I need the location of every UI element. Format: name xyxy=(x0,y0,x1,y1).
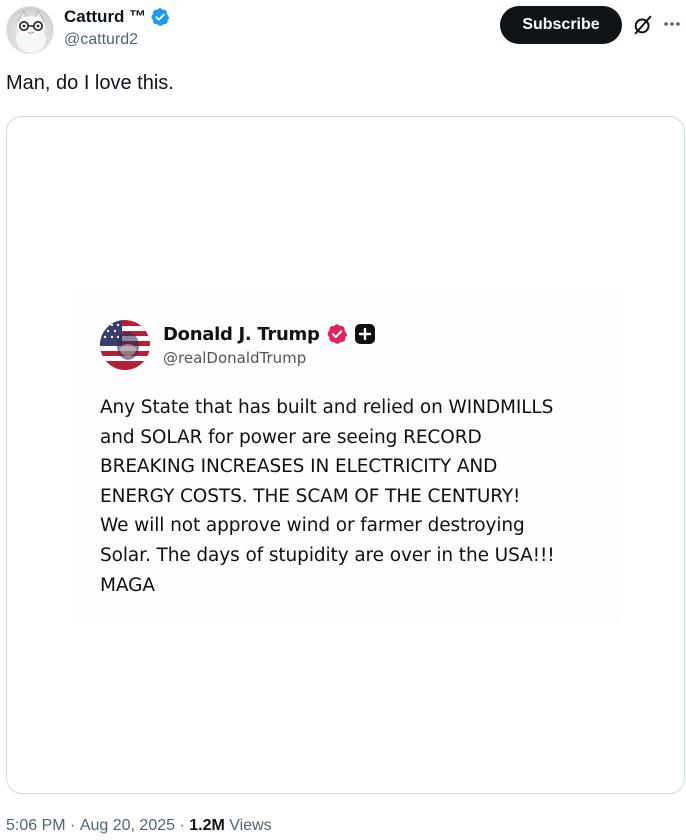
more-icon[interactable] xyxy=(662,14,682,34)
quoted-author-avatar xyxy=(100,320,150,370)
subscribe-button[interactable]: Subscribe xyxy=(500,6,622,44)
tweet-time[interactable]: 5:06 PM xyxy=(6,817,66,835)
quoted-post-body: Any State that has built and relied on W… xyxy=(100,397,555,596)
views-label: Views xyxy=(224,817,272,834)
grok-icon[interactable] xyxy=(632,14,654,36)
flag-portrait-avatar-icon xyxy=(100,320,150,370)
meta-separator: · xyxy=(175,817,190,834)
quoted-author-name-row: Donald J. Trump xyxy=(163,323,376,345)
cat-avatar-icon xyxy=(16,10,46,53)
quoted-post-screenshot: Donald J. Trump @realDonaldTrump Any Sta… xyxy=(73,293,621,623)
author-display-name[interactable]: Catturd ™ xyxy=(64,7,146,27)
quoted-author-name: Donald J. Trump xyxy=(163,323,320,345)
tweet-text: Man, do I love this. xyxy=(6,72,174,94)
quoted-author-handle: @realDonaldTrump xyxy=(163,349,307,367)
plus-badge-icon xyxy=(354,324,375,344)
quoted-verified-badge-icon xyxy=(327,324,347,344)
author-avatar[interactable] xyxy=(6,6,54,54)
author-handle[interactable]: @catturd2 xyxy=(64,31,138,49)
author-name-row[interactable]: Catturd ™ xyxy=(64,7,170,27)
verified-badge-icon xyxy=(151,8,170,26)
tweet-date[interactable]: Aug 20, 2025 xyxy=(80,817,175,835)
meta-separator: · xyxy=(65,817,80,834)
tweet-media-image[interactable]: Donald J. Trump @realDonaldTrump Any Sta… xyxy=(6,116,685,794)
tweet-meta: 5:06 PM · Aug 20, 2025 · 1.2M Views xyxy=(6,817,272,835)
views-count[interactable]: 1.2M xyxy=(189,817,225,835)
